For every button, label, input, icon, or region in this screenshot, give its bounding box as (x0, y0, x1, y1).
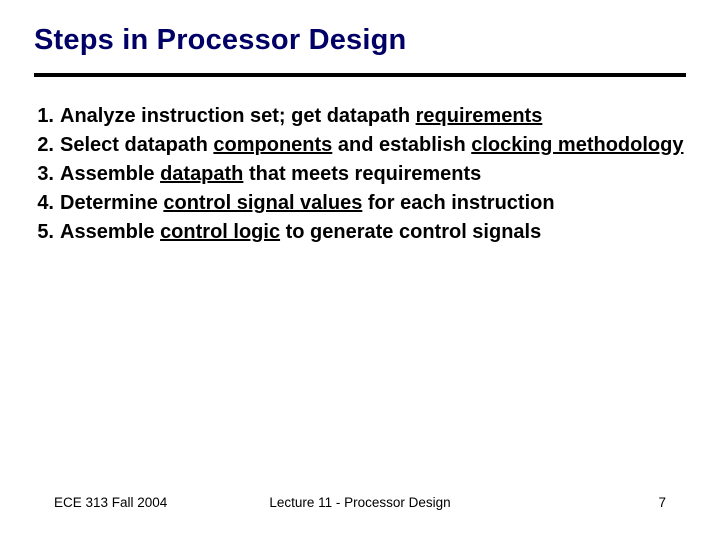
slide: Steps in Processor Design 1. Analyze ins… (0, 0, 720, 540)
item-number: 2. (34, 132, 60, 159)
item-number: 5. (34, 219, 60, 246)
list-item: 5. Assemble control logic to generate co… (34, 219, 686, 246)
footer-page-number: 7 (658, 495, 666, 510)
list-item: 4. Determine control signal values for e… (34, 190, 686, 217)
footer: ECE 313 Fall 2004 Lecture 11 - Processor… (0, 495, 720, 510)
list-item: 3. Assemble datapath that meets requirem… (34, 161, 686, 188)
item-text: Determine control signal values for each… (60, 190, 686, 217)
ordered-list: 1. Analyze instruction set; get datapath… (34, 103, 686, 246)
list-item: 1. Analyze instruction set; get datapath… (34, 103, 686, 130)
slide-title: Steps in Processor Design (34, 24, 686, 57)
item-number: 1. (34, 103, 60, 130)
title-divider (34, 73, 686, 77)
footer-left: ECE 313 Fall 2004 (54, 495, 167, 510)
item-number: 3. (34, 161, 60, 188)
item-text: Select datapath components and establish… (60, 132, 686, 159)
item-text: Analyze instruction set; get datapath re… (60, 103, 686, 130)
list-item: 2. Select datapath components and establ… (34, 132, 686, 159)
item-text: Assemble control logic to generate contr… (60, 219, 686, 246)
item-number: 4. (34, 190, 60, 217)
item-text: Assemble datapath that meets requirement… (60, 161, 686, 188)
